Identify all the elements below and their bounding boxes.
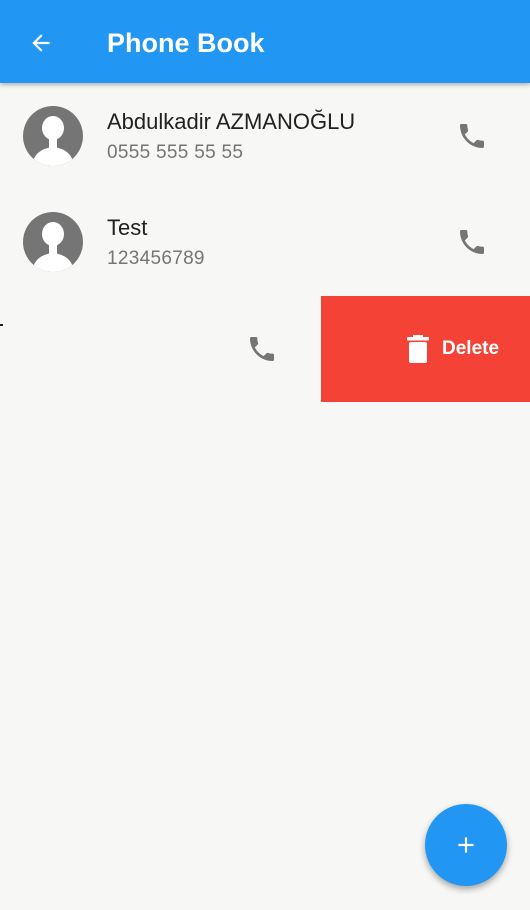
plus-icon	[458, 837, 474, 853]
contact-name: Abdulkadir AZMANOĞLU	[107, 109, 356, 134]
phone-icon	[250, 337, 274, 361]
contact-phone: 0555 555 55 55	[107, 142, 244, 163]
call-button[interactable]	[239, 326, 285, 372]
phone-icon	[460, 230, 484, 254]
contact-list-item[interactable]: Abdulkadir AZMANOĞLU 0555 555 55 55	[0, 83, 530, 189]
add-contact-button[interactable]	[425, 804, 507, 886]
page-title: Phone Book	[107, 28, 265, 58]
delete-label: Delete	[442, 338, 500, 359]
phone-icon	[460, 124, 484, 148]
swiped-row-edge	[0, 324, 3, 326]
app-bar: Phone Book	[0, 0, 530, 83]
delete-action[interactable]: Delete	[321, 296, 530, 402]
arrow-back-icon	[32, 34, 50, 52]
call-button[interactable]	[449, 219, 495, 265]
contact-name: Test	[107, 215, 148, 240]
swiped-contact-item[interactable]: Delete	[0, 296, 530, 402]
contact-list-item[interactable]: Test 123456789	[0, 189, 530, 295]
person-avatar-icon	[23, 106, 83, 166]
call-button[interactable]	[449, 113, 495, 159]
contact-phone: 123456789	[107, 248, 205, 269]
back-button[interactable]	[18, 20, 64, 66]
trash-icon	[407, 335, 429, 363]
person-avatar-icon	[23, 212, 83, 272]
